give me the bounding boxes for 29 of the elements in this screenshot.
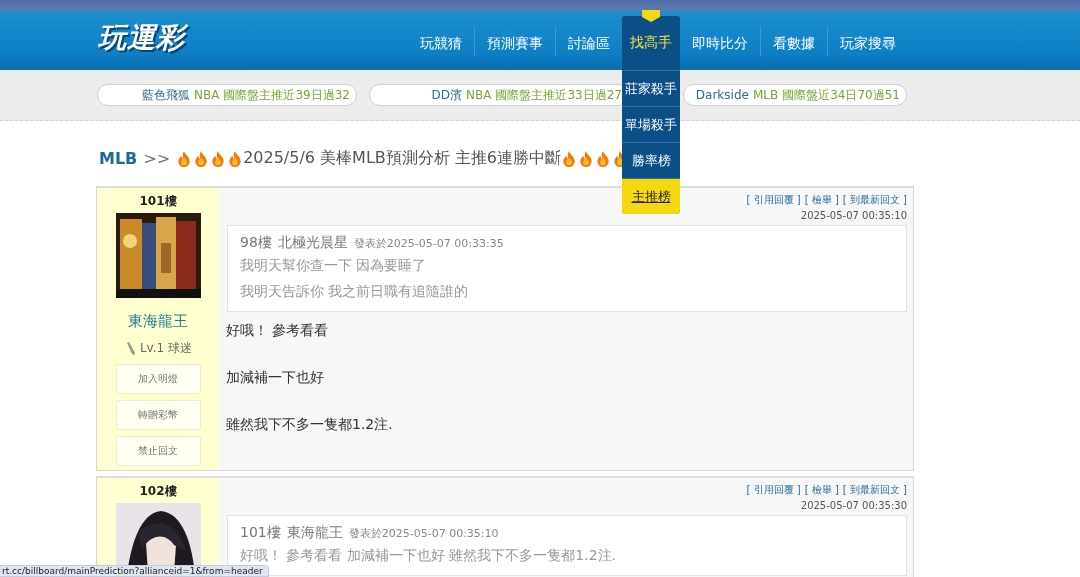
- league-label: NBA: [194, 88, 220, 102]
- quote-author: 北極光晨星: [277, 234, 348, 252]
- level-text: Lv.1 球迷: [139, 340, 193, 357]
- league-label: NBA: [466, 88, 492, 102]
- record-text: 國際盤主推近33日過27: [495, 86, 622, 104]
- breadcrumb-separator: >>: [143, 149, 171, 168]
- floor-label: 101樓: [139, 193, 177, 209]
- quote-floor: 101樓: [240, 524, 281, 542]
- post-text: 好哦！ 參考看看: [226, 322, 329, 338]
- quote-text: 好哦！ 參考看看 加減補一下也好 雖然我下不多一隻都1.2注.: [240, 546, 618, 565]
- post-time: 2025-05-07 00:35:10: [799, 210, 907, 221]
- quote-floor: 98樓: [240, 234, 272, 252]
- player-name: DD濱: [431, 86, 463, 104]
- quote-date: 發表於2025-05-07 00:35:10: [348, 526, 499, 541]
- player-name: 藍色飛狐: [142, 86, 191, 104]
- thread-title: 2025/5/6 美棒MLB預測分析 主推6連勝中斷: [243, 148, 562, 169]
- quote-author: 東海龍王: [286, 524, 343, 542]
- record-text: 國際盤近34日70過51: [782, 86, 900, 104]
- floor-label: 102樓: [139, 483, 177, 499]
- quote-date: 發表於2025-05-07 00:33:35: [353, 236, 504, 251]
- player-name: Darkside: [695, 88, 749, 102]
- post-text: 加減補一下也好: [226, 369, 324, 385]
- post-text: 雖然我下不多一隻都1.2注.: [226, 416, 393, 432]
- record-text: 國際盤主推近39日過32: [223, 86, 350, 104]
- league-label: MLB: [752, 88, 779, 102]
- post-time: 2025-05-07 00:35:30: [799, 500, 907, 511]
- quote-text: 我明天告訴你 我之前日職有追隨誰的: [240, 282, 470, 301]
- quote-text: 我明天幫你查一下 因為要睡了: [240, 256, 428, 275]
- status-url: rt.cc/billboard/mainPrediction?allianceid=1&from=header: [0, 565, 269, 577]
